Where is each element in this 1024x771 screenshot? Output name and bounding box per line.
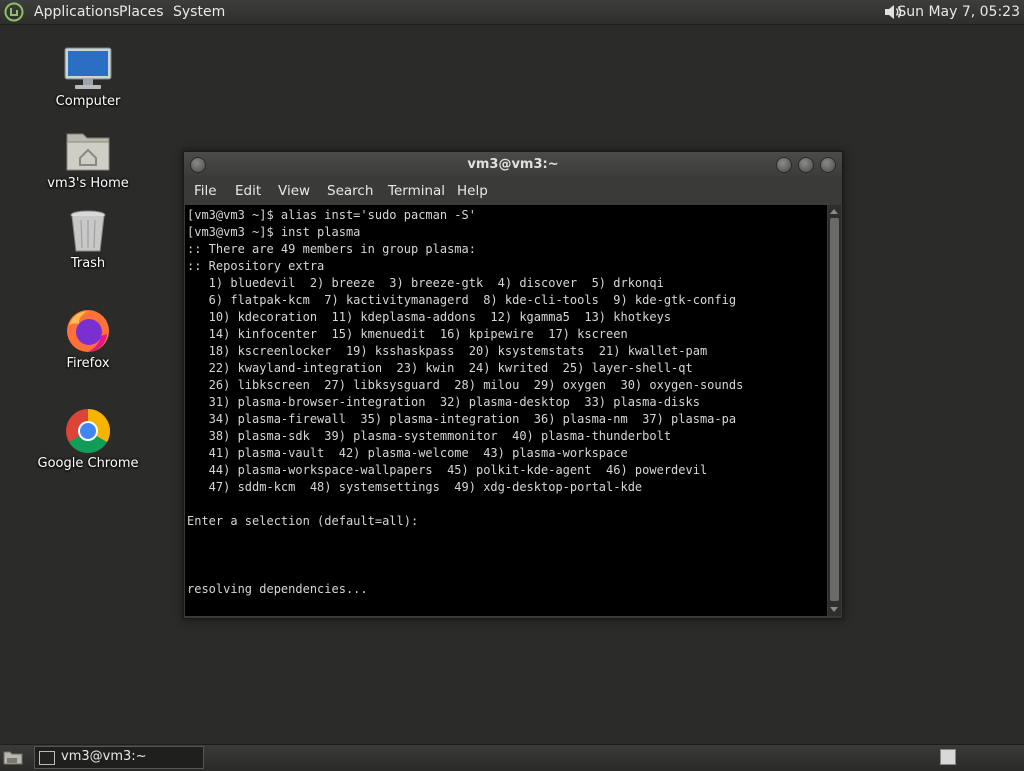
menu-system[interactable]: System [173, 3, 225, 21]
menu-search[interactable]: Search [327, 183, 373, 199]
scrollbar[interactable] [828, 205, 841, 616]
firefox-icon [63, 308, 113, 354]
home-folder-icon [63, 128, 113, 174]
menu-terminal[interactable]: Terminal [388, 183, 445, 199]
terminal-line: 14) kinfocenter 15) kmenuedit 16) kpipew… [187, 327, 628, 341]
terminal-line: :: Repository extra [187, 259, 325, 273]
maximize-icon[interactable] [798, 157, 814, 173]
menu-applications[interactable]: Applications [34, 3, 120, 21]
scrollbar-thumb[interactable] [830, 218, 839, 601]
minimize-icon[interactable] [776, 157, 792, 173]
menu-view[interactable]: View [278, 183, 310, 199]
terminal-line: Enter a selection (default=all): [187, 514, 419, 528]
terminal-line: 6) flatpak-kcm 7) kactivitymanagerd 8) k… [187, 293, 737, 307]
menu-help[interactable]: Help [457, 183, 488, 199]
bottom-panel: vm3@vm3:~ [0, 744, 1024, 769]
taskbar-button-label: vm3@vm3:~ [61, 749, 147, 764]
menu-places[interactable]: Places [119, 3, 164, 21]
clock[interactable]: Sun May 7, 05:23 [897, 3, 1020, 21]
menubar: File Edit View Search Terminal Help [184, 178, 842, 204]
window-titlebar[interactable]: vm3@vm3:~ [184, 152, 842, 177]
desktop-icon-chrome[interactable]: Google Chrome [33, 408, 143, 471]
close-icon[interactable] [820, 157, 836, 173]
desktop-icon-label: vm3's Home [47, 176, 129, 191]
terminal-line: 22) kwayland-integration 23) kwin 24) kw… [187, 361, 693, 375]
terminal-icon [39, 751, 55, 765]
computer-icon [63, 46, 113, 92]
scroll-up-icon[interactable] [830, 209, 838, 214]
terminal-line: [vm3@vm3 ~]$ inst plasma [187, 225, 361, 239]
terminal-line: 38) plasma-sdk 39) plasma-systemmonitor … [187, 429, 672, 443]
menu-edit[interactable]: Edit [235, 183, 261, 199]
terminal-line: 41) plasma-vault 42) plasma-welcome 43) … [187, 446, 628, 460]
terminal-line: 18) kscreenlocker 19) ksshaskpass 20) ks… [187, 344, 708, 358]
terminal-line: 26) libkscreen 27) libksysguard 28) milo… [187, 378, 744, 392]
scroll-down-icon[interactable] [830, 607, 838, 612]
workspace-switcher-icon[interactable] [940, 749, 956, 765]
desktop-icon-label: Trash [70, 256, 106, 271]
desktop-icon-label: Google Chrome [37, 456, 139, 471]
window-title: vm3@vm3:~ [467, 157, 559, 172]
terminal-line: 44) plasma-workspace-wallpapers 45) polk… [187, 463, 708, 477]
trash-icon [63, 208, 113, 254]
terminal-line: :: There are 49 members in group plasma: [187, 242, 476, 256]
desktop-icon-home[interactable]: vm3's Home [33, 128, 143, 191]
terminal-line: 1) bluedevil 2) breeze 3) breeze-gtk 4) … [187, 276, 664, 290]
desktop-icon-label: Computer [55, 94, 121, 109]
terminal-line: 31) plasma-browser-integration 32) plasm… [187, 395, 700, 409]
terminal-line: 47) sddm-kcm 48) systemsettings 49) xdg-… [187, 480, 643, 494]
menu-file[interactable]: File [194, 183, 217, 199]
desktop-icon-label: Firefox [66, 356, 110, 371]
terminal-line: [vm3@vm3 ~]$ alias inst='sudo pacman -S' [187, 208, 476, 222]
terminal-line: resolving dependencies... [187, 582, 368, 596]
chrome-icon [63, 408, 113, 454]
terminal-output[interactable]: [vm3@vm3 ~]$ alias inst='sudo pacman -S'… [185, 205, 827, 616]
show-desktop-icon[interactable] [2, 747, 24, 767]
terminal-window: vm3@vm3:~ File Edit View Search Terminal… [183, 151, 843, 619]
desktop-icon-firefox[interactable]: Firefox [33, 308, 143, 371]
terminal-line: 34) plasma-firewall 35) plasma-integrati… [187, 412, 737, 426]
mint-logo-icon[interactable] [4, 2, 24, 22]
top-panel: Applications Places System Sun May 7, 05… [0, 0, 1024, 25]
desktop-icon-computer[interactable]: Computer [33, 46, 143, 109]
terminal-line: 10) kdecoration 11) kdeplasma-addons 12)… [187, 310, 672, 324]
desktop-icon-trash[interactable]: Trash [33, 208, 143, 271]
taskbar-button-terminal[interactable]: vm3@vm3:~ [34, 746, 204, 769]
